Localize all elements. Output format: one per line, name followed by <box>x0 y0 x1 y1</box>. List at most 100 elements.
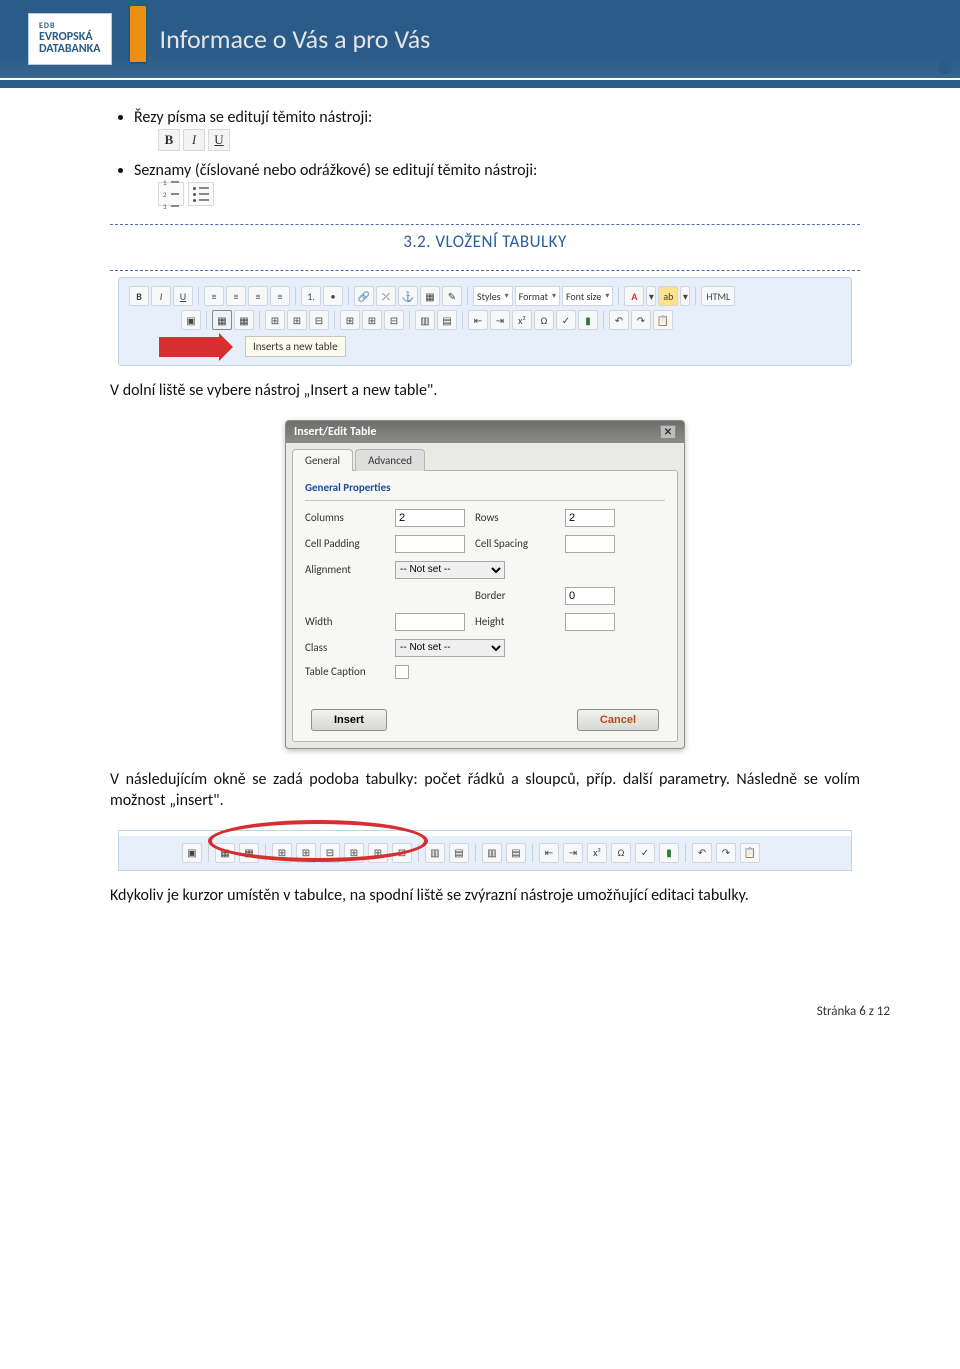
bold-icon[interactable]: B <box>129 286 149 306</box>
col-before-icon[interactable]: ⊞ <box>340 310 360 330</box>
delete-col-icon[interactable]: ⊟ <box>384 310 404 330</box>
font-color-dropdown-icon[interactable]: ▾ <box>646 286 656 306</box>
callout-arrow-row: Inserts a new table <box>159 336 841 357</box>
spellcheck-icon[interactable]: ✓ <box>556 310 576 330</box>
unordered-list-icon[interactable]: • <box>323 286 343 306</box>
redo-icon[interactable]: ↷ <box>716 843 736 863</box>
close-icon[interactable]: ✕ <box>660 425 676 439</box>
spellcheck-icon[interactable]: ✓ <box>635 843 655 863</box>
numbered-list-icon[interactable]: 1 2 3 <box>158 182 184 206</box>
special-char-icon[interactable]: Ω <box>611 843 631 863</box>
tab-general[interactable]: General <box>292 449 353 471</box>
paste-icon[interactable]: 📋 <box>740 843 760 863</box>
paragraph-after-dialog: V následujícím okně se zadá podoba tabul… <box>110 769 860 812</box>
logo-block: EDB EVROPSKÁ DATABANKA <box>28 13 112 65</box>
dialog-title: Insert/Edit Table <box>294 425 376 439</box>
row-before-icon[interactable]: ⊞ <box>265 310 285 330</box>
list-buttons-toolbar: 1 2 3 <box>158 182 860 206</box>
redo-icon[interactable]: ↷ <box>631 310 651 330</box>
height-input[interactable] <box>565 613 615 631</box>
cancel-button[interactable]: Cancel <box>577 709 659 731</box>
bold-icon[interactable]: B <box>158 129 180 151</box>
logo-line2: DATABANKA <box>39 43 101 56</box>
underline-icon[interactable]: U <box>208 129 230 151</box>
cellpadding-input[interactable] <box>395 535 465 553</box>
row-after-icon[interactable]: ⊞ <box>287 310 307 330</box>
class-select[interactable]: -- Not set -- <box>395 639 505 657</box>
html-source-button[interactable]: HTML <box>701 286 735 306</box>
indent-icon[interactable]: ⇥ <box>563 843 583 863</box>
split-cell-icon[interactable]: ▥ <box>482 843 502 863</box>
undo-icon[interactable]: ↶ <box>609 310 629 330</box>
paragraph-after-toolbar2: Kdykoliv je kurzor umístěn v tabulce, na… <box>110 885 860 907</box>
dialog-titlebar: Insert/Edit Table ✕ <box>286 421 684 443</box>
paragraph-select-tool: V dolní liště se vybere nástroj „Insert … <box>110 380 860 402</box>
anchor-icon[interactable]: ⚓ <box>398 286 418 306</box>
tab-pane-general: General Properties Columns Rows Cell Pad… <box>292 470 678 742</box>
indent-icon[interactable]: ⇥ <box>490 310 510 330</box>
paste-icon[interactable]: 📋 <box>653 310 673 330</box>
col-after-icon[interactable]: ⊞ <box>362 310 382 330</box>
tab-advanced[interactable]: Advanced <box>355 449 425 471</box>
hr-icon[interactable]: ▮ <box>578 310 598 330</box>
alignment-select[interactable]: -- Not set -- <box>395 561 505 579</box>
italic-icon[interactable]: I <box>183 129 205 151</box>
highlight-icon[interactable]: ab <box>658 286 678 306</box>
bullet-list-icon[interactable] <box>188 182 214 206</box>
cell-props-icon[interactable]: ▥ <box>425 843 445 863</box>
unlink-icon[interactable]: ⤫ <box>376 286 396 306</box>
styles-select[interactable]: Styles▾ <box>473 286 513 306</box>
dialog-tabs: General Advanced <box>292 449 678 471</box>
fullscreen-icon[interactable]: ▣ <box>182 843 202 863</box>
italic-icon[interactable]: I <box>151 286 171 306</box>
bullet-list: Řezy písma se editují těmito nástroji: B… <box>110 108 860 206</box>
columns-input[interactable] <box>395 509 465 527</box>
special-char-icon[interactable]: Ω <box>534 310 554 330</box>
hr-icon[interactable]: ▮ <box>659 843 679 863</box>
link-icon[interactable]: 🔗 <box>354 286 374 306</box>
superscript-icon[interactable]: x² <box>587 843 607 863</box>
header-tagline: Informace o Vás a pro Vás <box>160 23 431 55</box>
font-color-icon[interactable]: A <box>624 286 644 306</box>
format-select[interactable]: Format▾ <box>515 286 560 306</box>
table-props-icon[interactable]: ▦ <box>234 310 254 330</box>
delete-row-icon[interactable]: ⊟ <box>309 310 329 330</box>
underline-icon[interactable]: U <box>173 286 193 306</box>
outdent-icon[interactable]: ⇤ <box>539 843 559 863</box>
tablecaption-checkbox[interactable] <box>395 665 409 679</box>
outdent-icon[interactable]: ⇤ <box>468 310 488 330</box>
bullet-text-2: Seznamy (číslované nebo odrážkové) se ed… <box>134 161 537 180</box>
ordered-list-icon[interactable]: 1. <box>301 286 321 306</box>
insert-button[interactable]: Insert <box>311 709 387 731</box>
tooltip-box: Inserts a new table <box>245 336 346 357</box>
split-cells-icon[interactable]: ▥ <box>415 310 435 330</box>
merge-cell-icon[interactable]: ▤ <box>506 843 526 863</box>
bullet-item-fonts: Řezy písma se editují těmito nástroji: B… <box>134 108 860 151</box>
header-underline <box>0 80 960 88</box>
label-width: Width <box>305 615 385 628</box>
fontsize-select[interactable]: Font size▾ <box>562 286 613 306</box>
editor-toolbar-screenshot: B I U ≡ ≡ ≡ ≡ 1. • 🔗 ⤫ ⚓ ▦ ✎ Styles▾ For… <box>118 277 852 366</box>
cellspacing-input[interactable] <box>565 535 615 553</box>
border-input[interactable] <box>565 587 615 605</box>
align-center-icon[interactable]: ≡ <box>226 286 246 306</box>
row-props-icon[interactable]: ▤ <box>449 843 469 863</box>
undo-icon[interactable]: ↶ <box>692 843 712 863</box>
merge-cells-icon[interactable]: ▤ <box>437 310 457 330</box>
fieldset-separator <box>305 500 665 501</box>
fullscreen-icon[interactable]: ▣ <box>181 310 201 330</box>
toolbar-row-2: ▣ ▦ ▦ ⊞ ⊞ ⊟ ⊞ ⊞ ⊟ ▥ ▤ ⇤ ⇥ x² Ω ✓ ▮ ↶ ↷ 📋 <box>129 308 841 332</box>
rows-input[interactable] <box>565 509 615 527</box>
align-left-icon[interactable]: ≡ <box>204 286 224 306</box>
highlight-dropdown-icon[interactable]: ▾ <box>680 286 690 306</box>
section-separator <box>110 224 860 225</box>
width-input[interactable] <box>395 613 465 631</box>
superscript-icon[interactable]: x² <box>512 310 532 330</box>
image-icon[interactable]: ▦ <box>420 286 440 306</box>
company-logo: EDB EVROPSKÁ DATABANKA <box>28 13 112 65</box>
insert-table-icon[interactable]: ▦ <box>212 310 232 330</box>
align-right-icon[interactable]: ≡ <box>248 286 268 306</box>
label-columns: Columns <box>305 511 385 524</box>
align-justify-icon[interactable]: ≡ <box>270 286 290 306</box>
cleanup-icon[interactable]: ✎ <box>442 286 462 306</box>
